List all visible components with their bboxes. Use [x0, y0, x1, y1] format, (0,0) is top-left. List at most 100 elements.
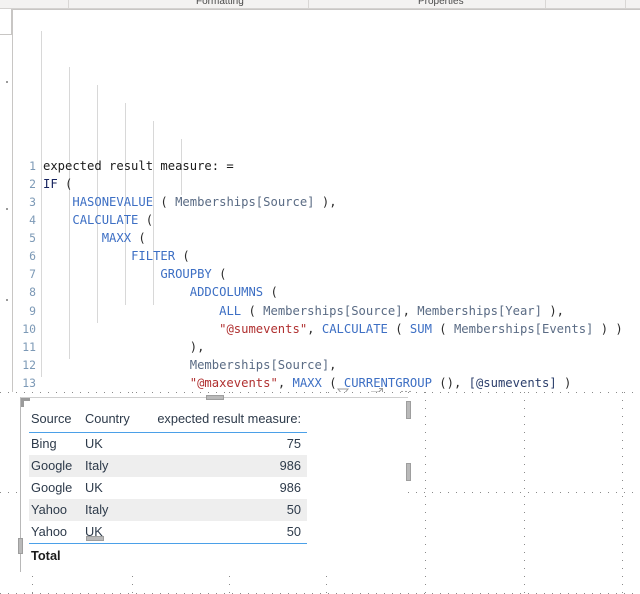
- cell-measure-value: 986: [140, 455, 307, 477]
- cell-measure-value: 75: [286, 436, 301, 451]
- code-line[interactable]: 7 GROUPBY (: [14, 265, 638, 283]
- resize-handle-right-lower[interactable]: [406, 463, 411, 481]
- code-line-text: expected result measure: =: [36, 157, 234, 175]
- token-punct: ): [556, 375, 572, 390]
- code-line-text: MAXX (: [36, 229, 146, 247]
- token-fn: GROUPBY: [160, 267, 212, 282]
- collapse-dot[interactable]: [6, 208, 8, 210]
- cell-measure-value: 50: [140, 499, 307, 521]
- table-row[interactable]: Yahoo UK 50: [29, 521, 307, 544]
- table-row[interactable]: Google Italy 986: [29, 455, 307, 477]
- token-col: Memberships[Source]: [263, 303, 403, 318]
- code-line[interactable]: 2 IF (: [14, 175, 638, 193]
- ribbon-group-formatting: Formatting: [196, 0, 244, 7]
- cell-country: UK: [84, 524, 103, 539]
- code-line-text: IF (: [36, 175, 72, 193]
- gridline-vertical: [425, 392, 426, 594]
- cell-country: UK: [84, 480, 103, 495]
- collapse-dot[interactable]: [6, 81, 8, 83]
- token-punct: (: [211, 267, 227, 282]
- token-punct: ,: [307, 321, 322, 336]
- total-label: Total: [29, 543, 83, 567]
- token-col: Memberships[Source]: [175, 194, 315, 209]
- line-number: 11: [22, 339, 36, 354]
- token-var: [@sumevents]: [468, 375, 557, 390]
- ribbon-separator: [308, 0, 309, 8]
- code-line[interactable]: 9 ALL ( Memberships[Source], Memberships…: [14, 302, 638, 320]
- code-line[interactable]: 3 HASONEVALUE ( Memberships[Source] ),: [14, 193, 638, 211]
- cell-country: Italy: [82, 455, 141, 477]
- line-number: 3: [29, 194, 36, 209]
- code-line-text: ALL ( Memberships[Source], Memberships[Y…: [36, 302, 564, 320]
- dax-formula-editor[interactable]: 1 expected result measure: = 2 IF (3 HASONE…: [0, 9, 640, 535]
- token-punct: (: [431, 321, 454, 336]
- code-line[interactable]: 6 FILTER (: [14, 247, 638, 265]
- collapse-dot[interactable]: [6, 299, 8, 301]
- resize-handle-right[interactable]: [406, 401, 411, 419]
- token-kw: IF: [43, 176, 58, 191]
- resize-handle-top[interactable]: [206, 395, 224, 400]
- table-visual[interactable]: Source Country expected result measure: …: [18, 395, 411, 572]
- code-line[interactable]: 10 "@sumevents", CALCULATE ( SUM ( Membe…: [14, 320, 638, 338]
- total-value: [140, 543, 307, 567]
- token-fn: MAXX: [101, 231, 132, 246]
- column-header-source[interactable]: Source: [29, 410, 83, 433]
- token-punct: (: [138, 213, 154, 228]
- ribbon-separator: [545, 0, 546, 8]
- cell-source: Google: [29, 455, 83, 477]
- resize-handle-left[interactable]: [18, 538, 23, 554]
- code-line-text: HASONEVALUE ( Memberships[Source] ),: [36, 193, 337, 211]
- token-plain: expected result measure: =: [43, 158, 234, 173]
- cell-measure-value: 50: [286, 524, 301, 539]
- gridline-vertical: [622, 392, 623, 594]
- ribbon-strip: Formatting Properties: [0, 0, 640, 9]
- cell-source: Google: [31, 480, 73, 495]
- ribbon-separator: [68, 0, 69, 8]
- token-punct: (),: [431, 375, 469, 390]
- line-number: 6: [29, 249, 36, 264]
- code-line[interactable]: 1 expected result measure: =: [14, 157, 638, 175]
- code-line-text: ADDCOLUMNS (: [36, 283, 278, 301]
- table-visual-grid[interactable]: Source Country expected result measure: …: [29, 410, 307, 567]
- line-number: 5: [29, 231, 36, 246]
- code-line[interactable]: 4 CALCULATE (: [14, 211, 638, 229]
- token-str: "@sumevents": [219, 321, 308, 336]
- column-header-measure[interactable]: expected result measure:: [140, 410, 307, 433]
- token-punct: (: [241, 303, 264, 318]
- ribbon-separator: [625, 0, 626, 8]
- table-row[interactable]: Bing UK 75: [29, 433, 307, 456]
- code-line[interactable]: 8 ADDCOLUMNS (: [14, 283, 638, 301]
- token-punct: (: [153, 194, 176, 209]
- token-punct: ),: [314, 194, 337, 209]
- token-punct: (: [131, 231, 146, 246]
- code-line[interactable]: 11 ),: [14, 338, 638, 356]
- table-row[interactable]: Yahoo Italy 50: [29, 499, 307, 521]
- code-line-text: GROUPBY (: [36, 265, 226, 283]
- code-line-text: ),: [36, 338, 205, 356]
- token-punct: ,: [402, 303, 418, 318]
- table-row[interactable]: Google UK 986: [29, 477, 307, 499]
- code-line[interactable]: 5 MAXX (: [14, 229, 638, 247]
- token-fn: FILTER: [131, 249, 176, 264]
- code-line[interactable]: 12 Memberships[Source],: [14, 356, 638, 374]
- line-number: 1: [29, 158, 36, 173]
- cell-country: UK: [84, 436, 103, 451]
- code-line-text: CALCULATE (: [36, 211, 153, 229]
- token-col: Memberships[Year]: [417, 303, 542, 318]
- cell-source: Yahoo: [31, 524, 68, 539]
- token-punct: (: [175, 249, 190, 264]
- code-area[interactable]: 1 expected result measure: = 2 IF (3 HASONE…: [14, 12, 638, 535]
- column-header-country[interactable]: Country: [82, 410, 141, 433]
- token-punct: ,: [329, 357, 337, 372]
- line-number: 8: [29, 285, 36, 300]
- token-col: Memberships[Source]: [189, 357, 330, 372]
- token-fn: CALCULATE: [72, 213, 139, 228]
- line-number: 9: [29, 303, 36, 318]
- editor-left-border: [12, 9, 13, 392]
- token-punct: ),: [189, 339, 205, 354]
